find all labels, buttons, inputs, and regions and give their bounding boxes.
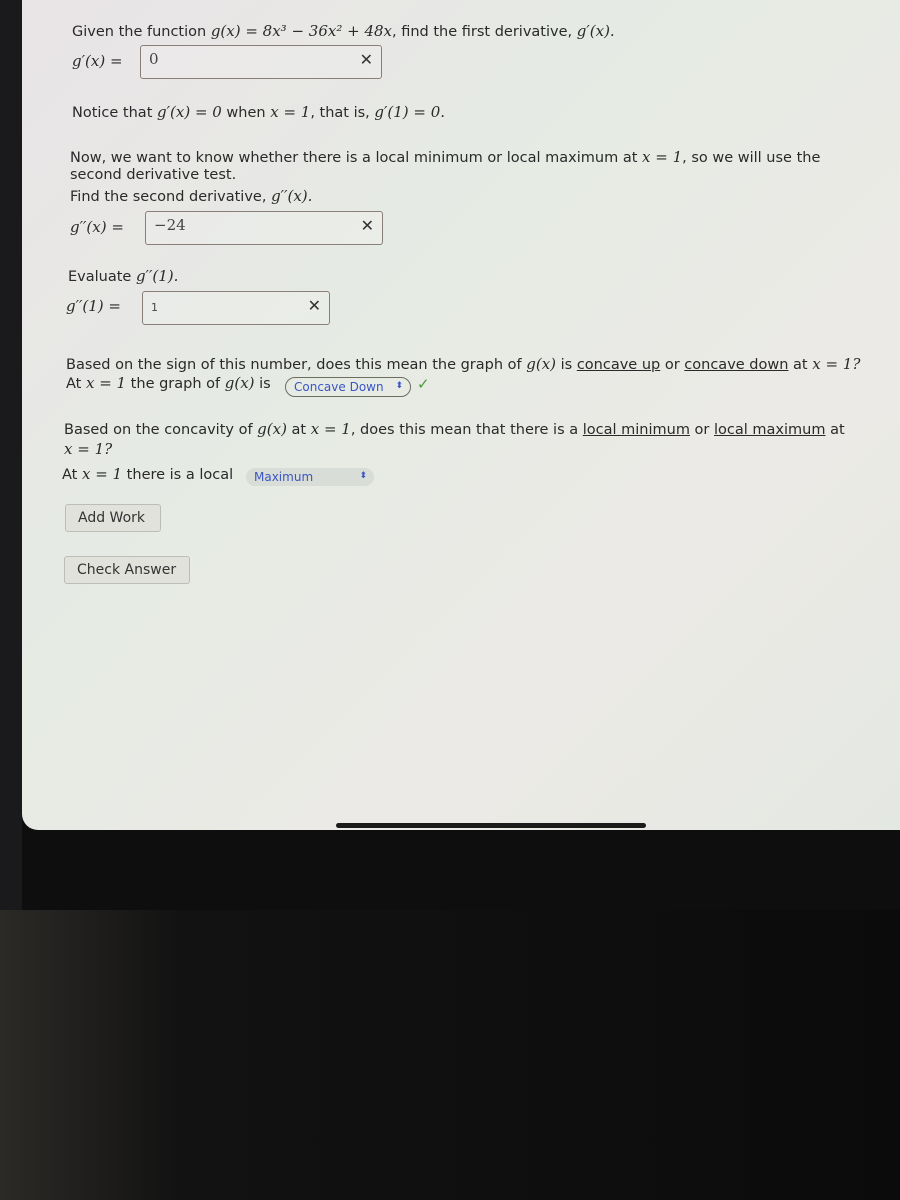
first-derivative-input[interactable]: 0 ✕	[140, 45, 382, 79]
add-work-button[interactable]: Add Work	[65, 504, 161, 532]
question-2-prompt: Find the second derivative, g′′(x).	[70, 187, 313, 205]
concavity-select[interactable]: Concave Down ⬍	[285, 377, 411, 397]
evaluate-input[interactable]: 1 ✕	[142, 291, 330, 325]
notice-text: Notice that g′(x) = 0 when x = 1, that i…	[72, 103, 446, 121]
answer-5-label: At x = 1 there is a local	[62, 465, 234, 483]
answer-4-label: At x = 1 the graph of g(x) is	[66, 374, 271, 392]
screen	[22, 0, 900, 830]
question-5-prompt: Based on the concavity of g(x) at x = 1,…	[64, 420, 845, 438]
device-bezel	[0, 0, 22, 910]
extremum-select[interactable]: Maximum ⬍	[246, 468, 374, 486]
question-3-prompt: Evaluate g′′(1).	[68, 267, 179, 285]
close-icon: ✕	[360, 216, 374, 235]
check-answer-button[interactable]: Check Answer	[64, 556, 190, 584]
question-1-prompt: Given the function g(x) = 8x³ − 36x² + 4…	[72, 22, 615, 40]
second-derivative-input[interactable]: −24 ✕	[145, 211, 383, 245]
question-5-prompt-2: x = 1?	[64, 440, 113, 458]
answer-1-label: g′(x) =	[72, 52, 123, 70]
desk-background	[0, 910, 900, 1200]
up-down-chevron-icon: ⬍	[359, 471, 367, 481]
up-down-chevron-icon: ⬍	[395, 381, 403, 391]
checkmark-icon: ✓	[417, 375, 430, 393]
second-derivative-intro: Now, we want to know whether there is a …	[70, 148, 821, 166]
answer-2-label: g′′(x) =	[70, 218, 124, 236]
question-4-prompt: Based on the sign of this number, does t…	[66, 355, 861, 373]
close-icon: ✕	[307, 296, 321, 315]
home-indicator	[336, 823, 646, 828]
second-derivative-intro-2: second derivative test.	[70, 167, 237, 183]
close-icon: ✕	[359, 50, 373, 69]
answer-3-label: g′′(1) =	[66, 297, 121, 315]
